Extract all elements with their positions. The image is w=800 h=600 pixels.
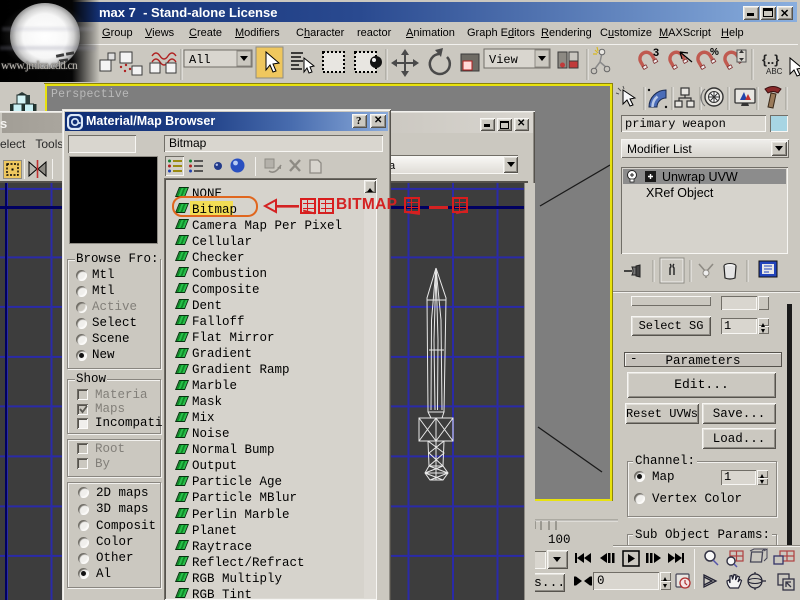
svg-text:View: View: [489, 53, 519, 67]
svg-text:ABC: ABC: [766, 67, 783, 76]
svg-text:{..}: {..}: [762, 52, 779, 67]
svg-text:3: 3: [653, 47, 659, 59]
svg-text:%: %: [710, 47, 719, 58]
svg-text:All: All: [189, 53, 211, 67]
